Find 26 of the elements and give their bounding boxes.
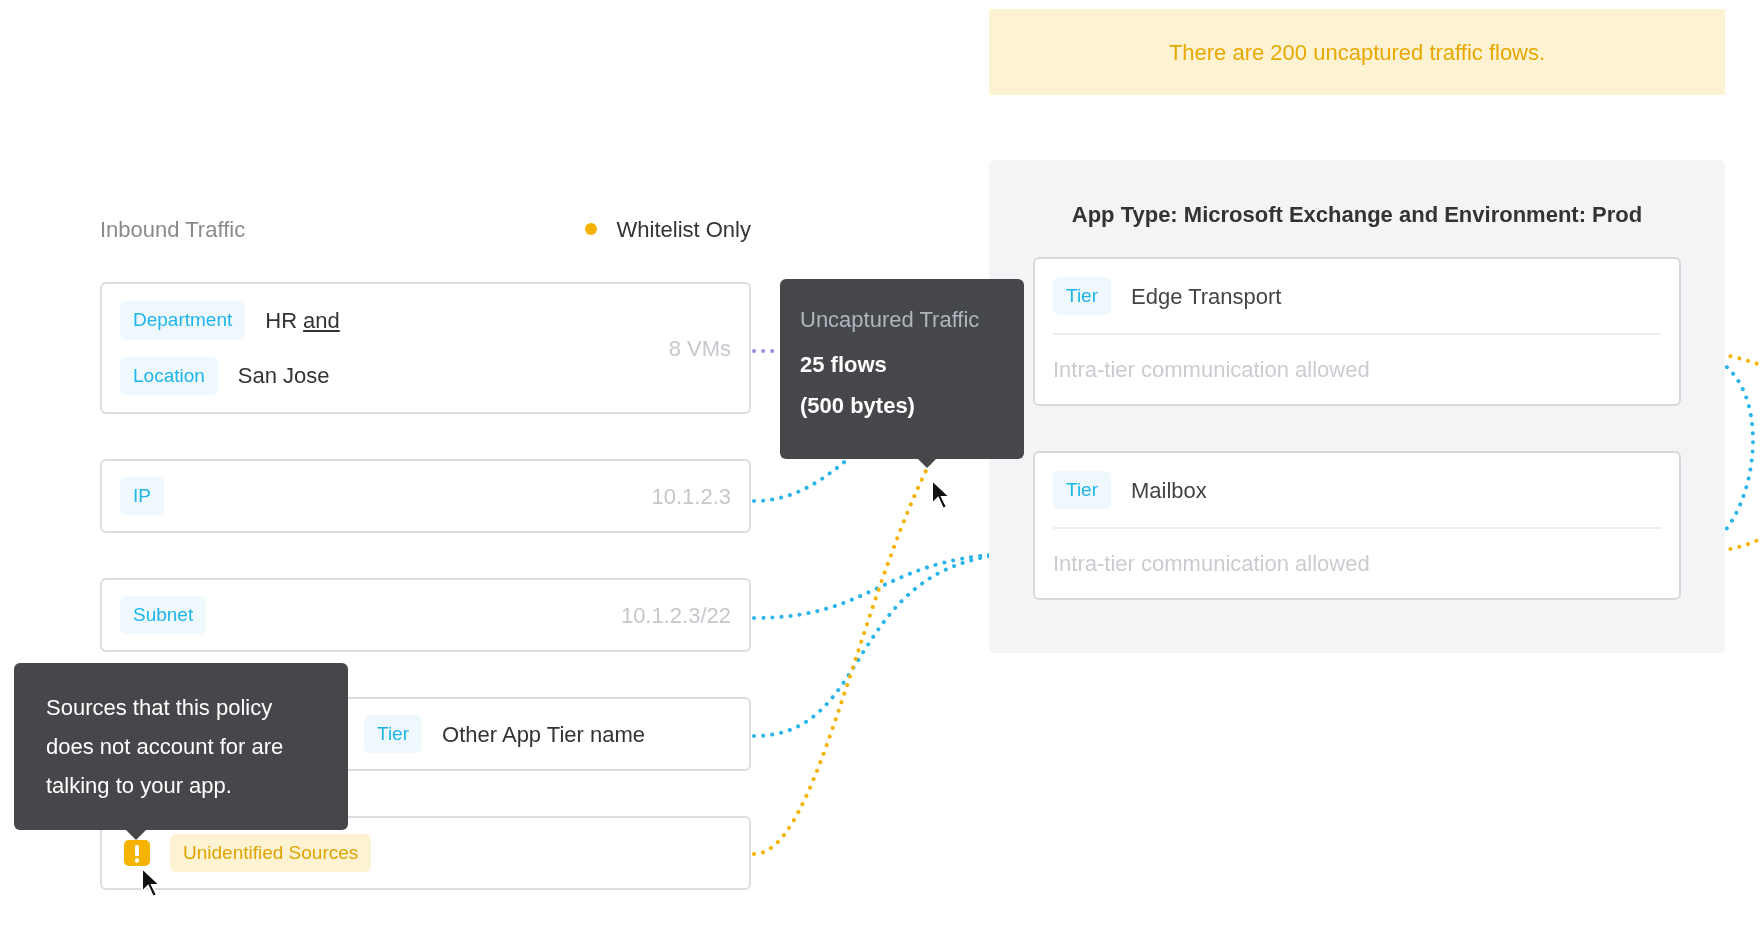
mode-label: Whitelist Only [616,215,751,244]
link[interactable]: and [303,303,340,337]
warning-label: Unidentified Sources [170,833,372,873]
address-value: 10.1.2.3 [651,482,731,511]
flow-count: 25 flows [800,351,887,379]
vm-count: 8 VMs [668,334,731,363]
tag-label: Tier [364,714,423,754]
tier-name: Edge Transport [1131,282,1282,311]
tag-label: IP [120,476,164,516]
tier-name: Other App Tier name [442,720,646,749]
tag-label: Subnet [120,595,207,635]
tag-label: Tier [1053,470,1112,510]
section-title: Inbound Traffic [100,215,246,244]
byte-count: (500 bytes) [800,392,915,420]
attribute-value: San Jose [237,362,330,391]
tooltip-text: Sources that this policy does not account for are talking to your app. [46,694,285,800]
tag-label: Department [120,301,246,340]
tag-label: Tier [1053,276,1112,316]
warning-icon [124,840,150,866]
panel-title: App Type: Microsoft Exchange and Environment: Prod [1070,201,1644,229]
tier-name: Mailbox [1131,476,1207,505]
alert-banner: There are 200 uncaptured traffic flows. [989,9,1725,95]
address-value: 10.1.2.3/22 [620,601,731,630]
tag-label: Location [120,356,218,395]
attribute-value: HR [265,306,298,335]
tooltip-title: Uncaptured Traffic [800,306,981,334]
